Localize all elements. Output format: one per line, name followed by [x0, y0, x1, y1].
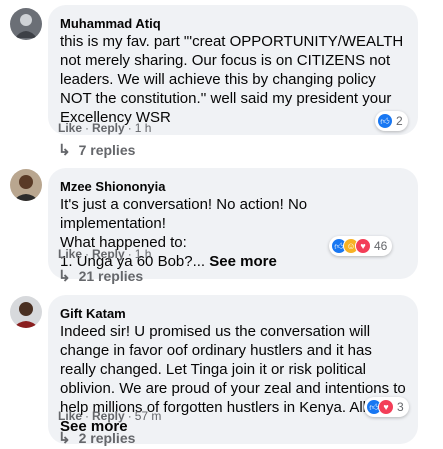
- reaction-count: 2: [396, 114, 403, 128]
- view-replies[interactable]: ↳ 7 replies: [58, 141, 135, 159]
- reaction-count: 3: [397, 400, 404, 414]
- reply-link[interactable]: Reply: [92, 409, 125, 423]
- replies-count: 21 replies: [78, 268, 144, 284]
- avatar[interactable]: [10, 296, 42, 328]
- reply-arrow-icon: ↳: [58, 268, 71, 285]
- reaction-summary[interactable]: 👍︎ ♥︎ 3: [364, 397, 409, 417]
- view-replies[interactable]: ↳ 2 replies: [58, 429, 135, 447]
- like-link[interactable]: Like: [58, 409, 82, 423]
- comment-author[interactable]: Gift Katam: [60, 306, 406, 322]
- avatar[interactable]: [10, 8, 42, 40]
- like-reaction-icon: 👍︎: [377, 113, 393, 129]
- comment-time[interactable]: 57 m: [135, 409, 162, 423]
- comment-author[interactable]: Muhammad Atiq: [60, 16, 406, 32]
- reaction-summary[interactable]: 👍︎ ☺︎ ♥︎ 46: [329, 236, 393, 256]
- reply-link[interactable]: Reply: [92, 121, 125, 135]
- reply-link[interactable]: Reply: [92, 247, 125, 261]
- love-reaction-icon: ♥︎: [378, 399, 394, 415]
- comment-author[interactable]: Mzee Shiononyia: [60, 179, 406, 195]
- reply-arrow-icon: ↳: [58, 430, 71, 447]
- comment-text: this is my fav. part "'creat OPPORTUNITY…: [60, 33, 404, 126]
- reply-arrow-icon: ↳: [58, 142, 71, 159]
- comment-actions: Like · Reply · 1 h: [58, 247, 152, 261]
- comment-mzee-shiononyia: Mzee Shiononyia It's just a conversation…: [0, 165, 443, 295]
- like-link[interactable]: Like: [58, 247, 82, 261]
- love-reaction-icon: ♥︎: [355, 238, 371, 254]
- replies-count: 2 replies: [78, 430, 136, 446]
- view-replies[interactable]: ↳ 21 replies: [58, 267, 143, 285]
- avatar[interactable]: [10, 169, 42, 201]
- comment-bubble: Mzee Shiononyia It's just a conversation…: [48, 168, 418, 279]
- see-more-link[interactable]: See more: [209, 253, 277, 270]
- comment-time[interactable]: 1 h: [135, 121, 152, 135]
- comment-actions: Like · Reply · 57 m: [58, 409, 162, 423]
- comment-bubble: Muhammad Atiq this is my fav. part "'cre…: [48, 5, 418, 135]
- comment-actions: Like · Reply · 1 h: [58, 121, 152, 135]
- like-link[interactable]: Like: [58, 121, 82, 135]
- comment-text-line: It's just a conversation! No action! No …: [60, 196, 308, 232]
- comment-muhammad-atiq: Muhammad Atiq this is my fav. part "'cre…: [0, 0, 443, 160]
- comment-gift-katam: Gift Katam Indeed sir! U promised us the…: [0, 292, 443, 449]
- reaction-summary[interactable]: 👍︎ 2: [375, 111, 408, 131]
- comment-time[interactable]: 1 h: [135, 247, 152, 261]
- reaction-count: 46: [374, 239, 388, 253]
- replies-count: 7 replies: [78, 142, 136, 158]
